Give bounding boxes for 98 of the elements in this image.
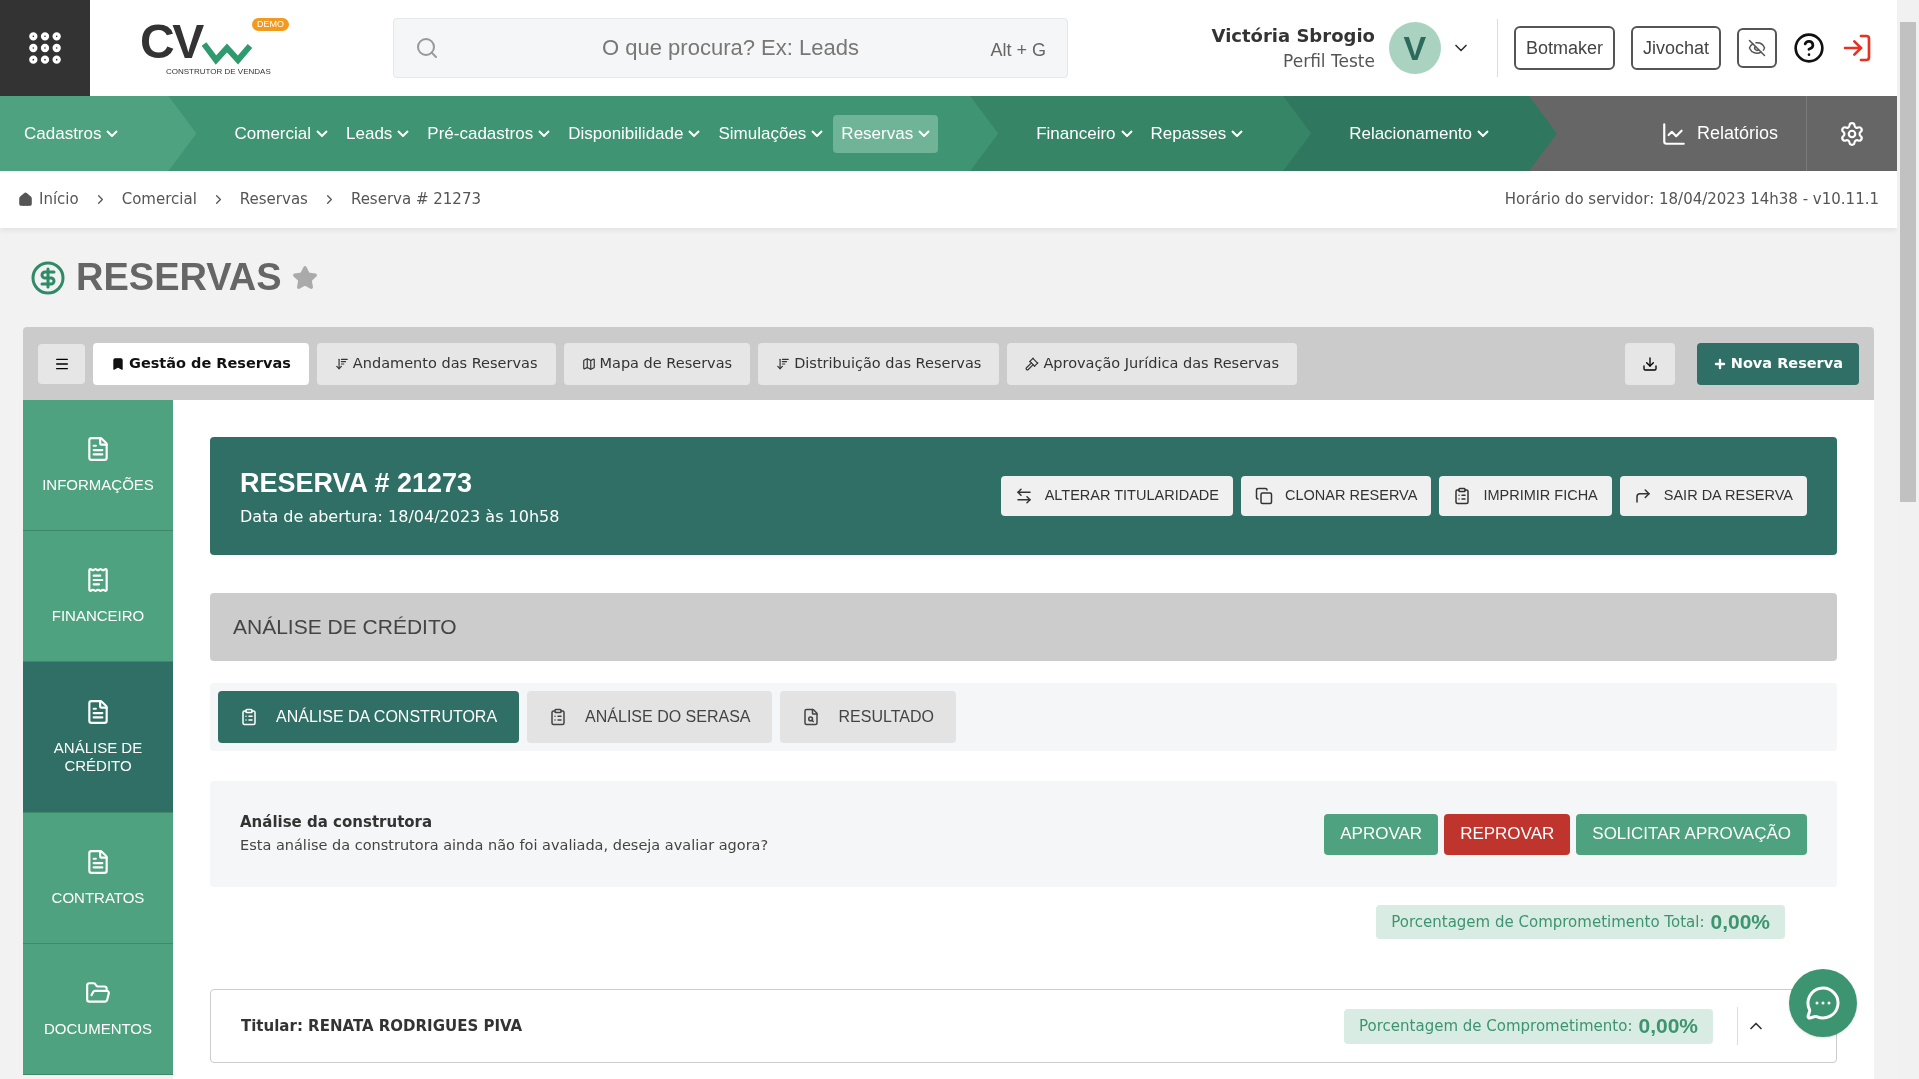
nav-menu-item[interactable]: Financeiro [1028, 114, 1141, 153]
toolbar-tab[interactable]: Mapa de Reservas [563, 342, 751, 385]
bookmark-icon [111, 356, 125, 371]
caret-icon [316, 130, 328, 137]
map-icon [581, 356, 596, 371]
page-title: RESERVAS [76, 255, 282, 300]
swap-arrows-icon [1014, 487, 1033, 505]
nav-menu-item[interactable]: Cadastros [16, 114, 127, 153]
plus-icon [1712, 356, 1727, 371]
nav-menu-item[interactable]: Simulações [710, 114, 832, 153]
caret-icon [811, 130, 824, 137]
commitment-label: Porcentagem de Comprometimento: [1359, 1015, 1633, 1037]
chat-icon [1805, 985, 1841, 1021]
server-time: Horário do servidor: 18/04/2023 14h38 - v10.11.1 [1504, 189, 1879, 211]
caret-icon [1120, 130, 1133, 137]
eye-off-icon [1748, 39, 1766, 57]
toolbar-tab[interactable]: Andamento das Reservas [316, 342, 556, 385]
nav-menu-item[interactable]: Relacionamento [1341, 114, 1497, 153]
reservation-action-button[interactable]: IMPRIMIR FICHA [1439, 476, 1612, 516]
integration-button[interactable]: Jivochat [1630, 26, 1721, 70]
new-reservation-button[interactable]: Nova Reserva [1696, 342, 1859, 385]
analysis-text: Esta análise da construtora ainda não foi avaliada, deseja avaliar agora? [240, 836, 769, 856]
toolbar-tab[interactable]: Distribuição das Reservas [758, 342, 1000, 385]
logo-mark: CV [140, 18, 202, 66]
nav-menu-item[interactable]: Repasses [1142, 114, 1252, 153]
integration-button[interactable]: Botmaker [1513, 26, 1615, 70]
nav-menu-item[interactable]: Pré-cadastros [419, 114, 559, 153]
clipboard-icon [240, 708, 258, 726]
demo-badge: DEMO [251, 18, 289, 31]
breadcrumb-link[interactable]: Comercial [121, 188, 197, 211]
clipboard-icon [1453, 487, 1472, 505]
commitment-value: 0,00% [1710, 909, 1770, 936]
caret-icon [106, 130, 119, 137]
reservation-action-button[interactable]: CLONAR RESERVA [1240, 476, 1432, 516]
help-icon[interactable] [1793, 32, 1825, 64]
sidebar-item[interactable]: DOCUMENTOS [23, 944, 173, 1075]
commitment-label: Porcentagem de Comprometimento Total: [1391, 911, 1705, 933]
analysis-tab[interactable]: ANÁLISE DO SERASA [527, 691, 773, 743]
receipt-icon [85, 567, 111, 593]
logout-icon[interactable] [1841, 32, 1873, 64]
logo-tagline: CONSTRUTOR DE VENDAS [166, 66, 271, 78]
user-name: Victória Sbrogio [1211, 23, 1375, 48]
gavel-icon [1025, 356, 1040, 371]
copy-icon [1254, 487, 1273, 505]
document-icon [85, 699, 111, 725]
search-icon [415, 36, 439, 60]
caret-icon [918, 130, 931, 137]
user-profile: Perfil Teste [1283, 49, 1375, 73]
section-title: ANÁLISE DE CRÉDITO [233, 614, 457, 641]
line-chart-icon [1660, 120, 1687, 147]
reservation-title: RESERVA # 21273 [240, 466, 474, 500]
sidebar-item[interactable]: CONTRATOS [23, 813, 173, 944]
toolbar-tab[interactable]: Gestão de Reservas [93, 342, 309, 385]
document-icon [85, 849, 111, 875]
caret-icon [688, 130, 701, 137]
apps-menu-button[interactable] [0, 0, 90, 96]
shortcut-hint: Alt + G [990, 39, 1046, 62]
analysis-decision-button[interactable]: APROVAR [1324, 813, 1439, 855]
document-icon [85, 436, 111, 462]
document-search-icon [802, 708, 821, 726]
folder-icon [85, 980, 111, 1006]
star-icon[interactable] [291, 264, 318, 291]
analysis-tab[interactable]: ANÁLISE DA CONSTRUTORA [218, 691, 520, 743]
user-avatar[interactable]: V [1388, 22, 1441, 74]
sidebar-item[interactable]: INFORMAÇÕES [23, 400, 173, 531]
clipboard-icon [549, 708, 568, 726]
commitment-value: 0,00% [1638, 1013, 1698, 1040]
analysis-decision-button[interactable]: SOLICITAR APROVAÇÃO [1576, 813, 1807, 855]
sort-icon [776, 356, 791, 371]
nav-menu-item[interactable]: Comercial [226, 114, 336, 153]
nav-menu-item[interactable]: Leads [338, 114, 418, 153]
download-icon [1641, 355, 1658, 372]
money-icon [30, 259, 66, 296]
caret-icon [538, 130, 551, 137]
opening-date: Data de abertura: 18/04/2023 às 10h58 [240, 506, 560, 529]
analysis-decision-button[interactable]: REPROVAR [1444, 813, 1571, 855]
caret-icon [1231, 130, 1244, 137]
holder-title: Titular: RENATA RODRIGUES PIVA [241, 1015, 523, 1037]
sidebar-item[interactable]: FINANCEIRO [23, 531, 173, 662]
hide-button[interactable] [1737, 28, 1777, 68]
sidebar-item[interactable]: ANÁLISE DE CRÉDITO [23, 662, 173, 813]
breadcrumb-link[interactable]: Início [39, 188, 79, 211]
toolbar-tab[interactable]: Aprovação Jurídica das Reservas [1007, 342, 1298, 385]
reports-link[interactable]: Relatórios [1644, 96, 1794, 171]
nav-menu-item[interactable]: Disponibilidade [560, 114, 709, 153]
reservation-action-button[interactable]: SAIR DA RESERVA [1619, 476, 1807, 516]
breadcrumb-link[interactable]: Reservas [239, 188, 308, 211]
sort-icon [334, 356, 349, 371]
analysis-title: Análise da construtora [240, 811, 434, 833]
forward-arrow-icon [1633, 487, 1652, 505]
settings-icon [1839, 120, 1865, 147]
analysis-tab[interactable]: RESULTADO [780, 691, 956, 743]
caret-icon [397, 130, 410, 137]
home-icon [18, 192, 33, 207]
reservation-action-button[interactable]: ALTERAR TITULARIDADE [1000, 476, 1233, 516]
menu-button[interactable] [38, 343, 85, 384]
caret-icon [1477, 130, 1489, 137]
download-button[interactable] [1624, 342, 1675, 385]
